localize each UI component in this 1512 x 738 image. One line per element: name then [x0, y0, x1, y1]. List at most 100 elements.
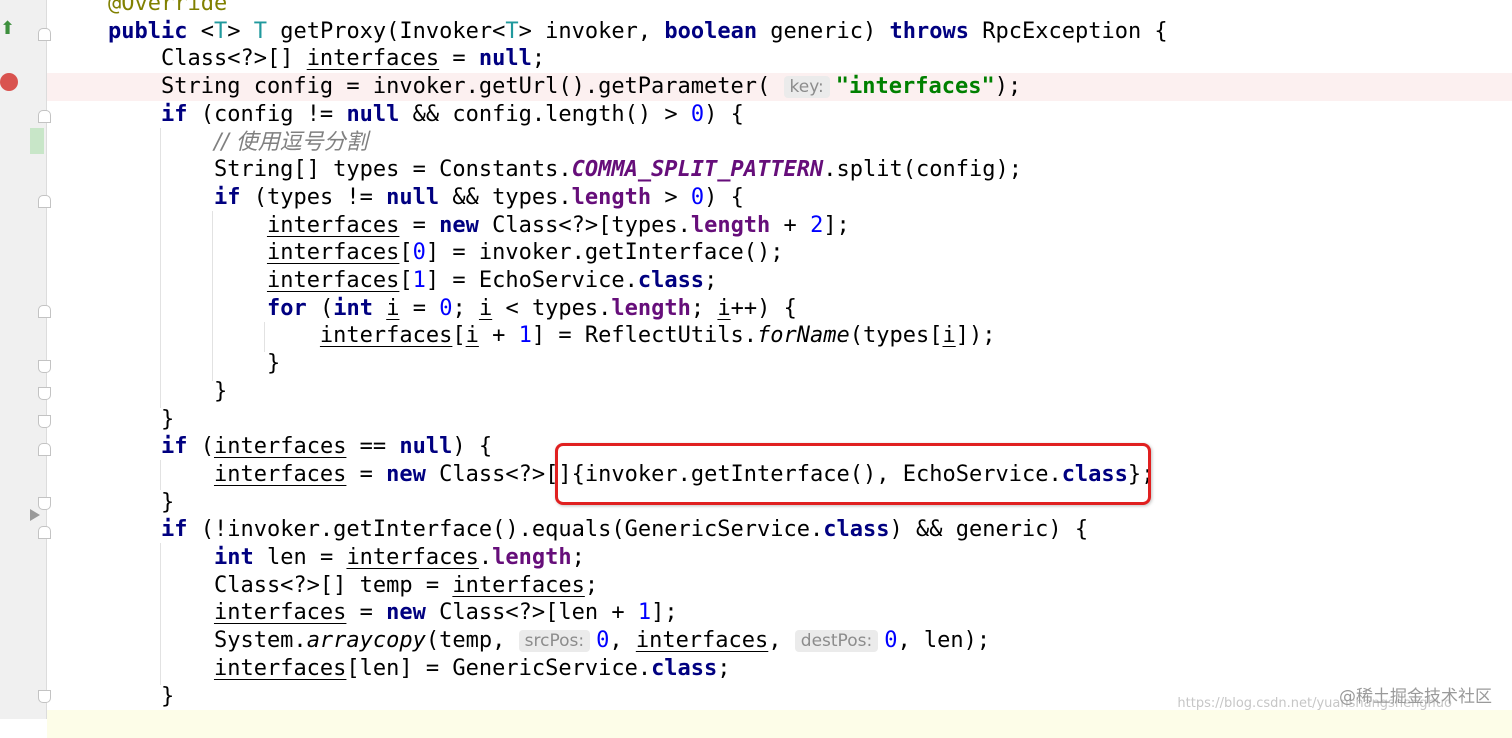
code-token: ; — [584, 572, 599, 598]
code-token: ++) { — [730, 295, 797, 321]
code-token: interfaces — [319, 323, 453, 349]
code-token: && types. — [439, 184, 572, 210]
code-token: interfaces — [306, 46, 440, 72]
code-line-text: } — [108, 350, 280, 378]
code-token: ; — [690, 295, 718, 321]
parameter-hint: srcPos: — [518, 630, 591, 653]
code-line[interactable]: String[] types = Constants.COMMA_SPLIT_P… — [47, 156, 1512, 184]
execution-arrow-icon — [30, 509, 40, 521]
code-token: < types. — [492, 295, 612, 321]
code-token: && config.length() > — [399, 101, 691, 127]
code-token: .split(config); — [823, 157, 1022, 183]
code-line[interactable]: // 使用逗号分割 — [47, 129, 1512, 157]
code-token: i — [386, 295, 400, 321]
code-token: 0 — [690, 184, 705, 210]
code-line[interactable]: interfaces = new Class<?>[types.length +… — [47, 212, 1512, 240]
code-token: new — [439, 212, 479, 238]
code-line[interactable]: interfaces[0] = invoker.getInterface(); — [47, 239, 1512, 267]
code-token: , — [768, 628, 795, 654]
breakpoint-icon[interactable] — [0, 73, 18, 91]
code-token: > — [227, 18, 254, 44]
code-token: @Override — [108, 0, 228, 16]
code-token: Class<?>[] — [108, 46, 307, 72]
code-line[interactable]: if (config != null && config.length() > … — [47, 101, 1512, 129]
code-token: COMMA_SPLIT_PATTERN — [571, 157, 824, 183]
code-token: if — [160, 101, 188, 127]
code-line-text: Class<?>[] interfaces = null; — [108, 45, 545, 73]
code-token: [ — [399, 240, 413, 266]
code-line-text: interfaces[0] = invoker.getInterface(); — [108, 239, 784, 267]
code-token: ]); — [955, 323, 996, 349]
code-token: i — [465, 323, 479, 349]
code-token: , — [609, 628, 636, 654]
code-line[interactable]: int len = interfaces.length; — [47, 544, 1512, 572]
code-line[interactable] — [47, 710, 1512, 738]
code-line-text: } — [108, 406, 174, 434]
code-token: i — [478, 295, 493, 321]
code-token: // 使用逗号分割 — [213, 129, 368, 155]
code-token: length — [492, 545, 572, 570]
code-line[interactable]: System.arraycopy(temp, srcPos: 0, interfa… — [47, 627, 1512, 655]
code-token: interfaces — [213, 434, 347, 460]
code-line[interactable]: interfaces = new Class<?>[len + 1]; — [47, 599, 1512, 627]
code-line[interactable]: } — [47, 350, 1512, 378]
code-line-text: // 使用逗号分割 — [108, 129, 368, 157]
code-token: (types != — [240, 184, 387, 210]
code-token: ( — [306, 295, 334, 321]
code-line[interactable]: String config = invoker.getUrl().getPara… — [47, 73, 1512, 101]
editor-gutter[interactable]: ⬆ — [0, 0, 51, 719]
code-token: } — [108, 683, 175, 709]
override-method-icon[interactable]: ⬆ — [0, 18, 15, 40]
code-token: T — [213, 18, 228, 44]
code-token: interfaces — [452, 572, 585, 598]
code-line[interactable]: interfaces[i + 1] = ReflectUtils.forName… — [47, 322, 1512, 350]
code-line[interactable]: @Override — [47, 0, 1512, 18]
code-line[interactable]: public <T> T getProxy(Invoker<T> invoker… — [47, 18, 1512, 46]
code-token: == — [346, 434, 400, 460]
code-token: Class<?>[] temp = — [108, 572, 453, 598]
code-editor[interactable]: @Override public <T> T getProxy(Invoker<T… — [47, 0, 1512, 738]
code-token: 2 — [810, 212, 824, 238]
code-token: < — [200, 18, 214, 44]
code-line[interactable]: Class<?>[] temp = interfaces; — [47, 572, 1512, 600]
code-token: Class<?>[types. — [478, 212, 691, 238]
code-token: class — [651, 655, 718, 681]
code-line[interactable]: interfaces[1] = EchoService.class; — [47, 267, 1512, 295]
code-token: > invoker, — [518, 18, 665, 44]
code-token: boolean — [664, 18, 758, 44]
code-line[interactable]: if (!invoker.getInterface().equals(Gener… — [47, 516, 1512, 544]
code-token: ] = EchoService. — [425, 268, 638, 293]
code-line[interactable]: } — [47, 378, 1512, 406]
code-token: 1 — [637, 600, 652, 626]
code-token: ]; — [823, 212, 850, 238]
code-token: ; — [452, 295, 479, 321]
code-token: T — [505, 18, 519, 44]
code-token: RpcException { — [969, 18, 1168, 44]
code-token: ) { — [452, 434, 493, 460]
code-line-text: String[] types = Constants.COMMA_SPLIT_P… — [108, 156, 1022, 184]
code-token: if — [213, 184, 241, 210]
code-token: null — [346, 101, 400, 127]
code-line[interactable]: Class<?>[] interfaces = null; — [47, 45, 1512, 73]
highlight-annotation-box — [555, 443, 1151, 505]
code-line[interactable]: interfaces[len] = GenericService.class; — [47, 655, 1512, 683]
code-token: > — [651, 184, 691, 210]
vcs-change-marker[interactable] — [30, 128, 44, 154]
code-line[interactable]: if (types != null && types.length > 0) { — [47, 184, 1512, 212]
code-token: } — [108, 489, 175, 515]
code-token: . — [478, 545, 493, 570]
code-token: = — [346, 461, 387, 487]
code-token: } — [108, 406, 175, 432]
code-token: } — [108, 378, 228, 404]
code-token: ] = ReflectUtils. — [531, 323, 758, 349]
code-line-text: for (int i = 0; i < types.length; i++) { — [108, 295, 797, 323]
code-line[interactable]: for (int i = 0; i < types.length; i++) { — [47, 295, 1512, 323]
code-token: class — [823, 517, 890, 543]
code-line[interactable]: } — [47, 406, 1512, 434]
code-token: Class<?>[len + — [425, 600, 638, 626]
